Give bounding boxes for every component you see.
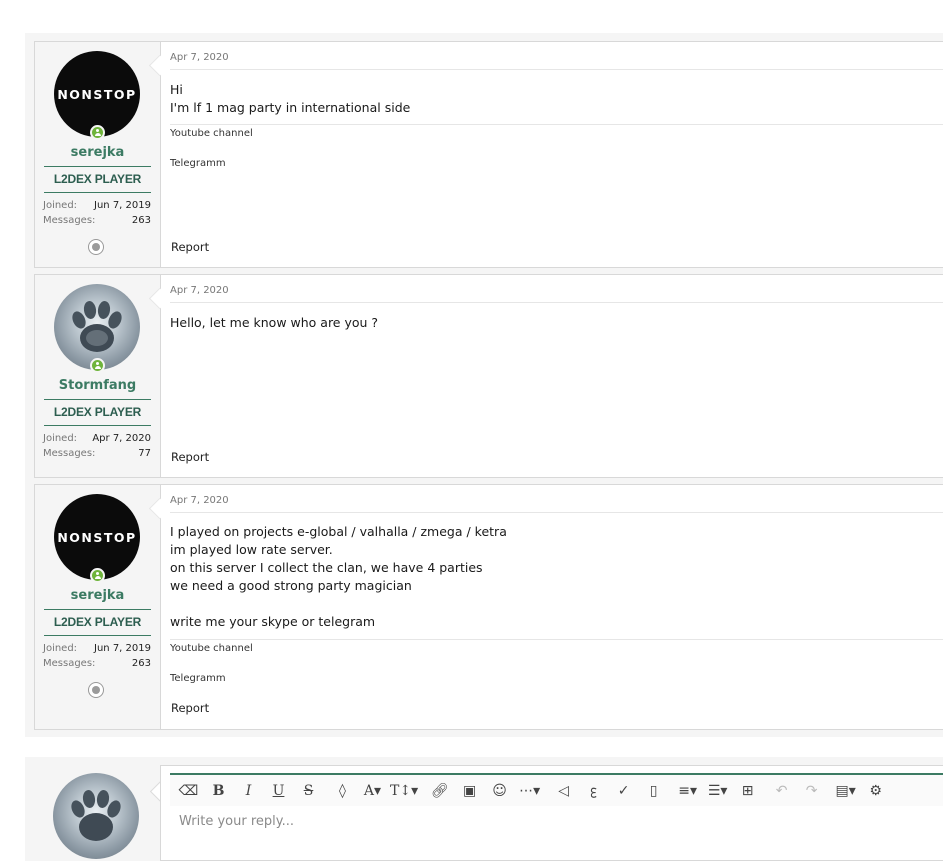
code-icon[interactable]: ᢄ	[581, 780, 606, 802]
post: Stormfang L2DEX PLAYER Joined: Apr 7, 202…	[34, 274, 943, 478]
avatar[interactable]	[53, 773, 139, 859]
redo-icon[interactable]: ↷	[799, 780, 824, 802]
joined-date: Jun 7, 2019	[94, 200, 151, 211]
online-status-icon	[90, 358, 105, 373]
image-icon[interactable]: ▣	[457, 780, 482, 802]
messages-count: 77	[138, 448, 151, 459]
eraser-icon[interactable]: ⌫	[176, 780, 201, 802]
bold-icon[interactable]: B	[206, 780, 231, 802]
joined-label: Joined:	[43, 200, 78, 211]
message-content: Apr 7, 2020 Hi I'm lf 1 mag party in int…	[148, 42, 943, 267]
joined-label: Joined:	[43, 433, 78, 444]
report-link[interactable]: Report	[171, 450, 209, 464]
online-status-icon	[90, 125, 105, 140]
username[interactable]: serejka	[35, 588, 160, 603]
message-content: Apr 7, 2020 I played on projects e-globa…	[148, 485, 943, 729]
user-title: L2DEX PLAYER	[44, 609, 151, 636]
messages-label: Messages:	[43, 215, 96, 226]
more-icon[interactable]: ⋯▾	[517, 780, 542, 802]
user-title: L2DEX PLAYER	[44, 399, 151, 426]
signature-youtube-link[interactable]: Youtube channel	[170, 643, 253, 654]
signature-telegram-link[interactable]: Telegramm	[170, 673, 226, 684]
user-stats: Joined: Apr 7, 2020 Messages: 77	[43, 431, 151, 461]
text-color-icon[interactable]: ◊	[330, 780, 355, 802]
website-icon[interactable]	[88, 682, 104, 698]
text-style-icon[interactable]: T↕▾	[390, 780, 418, 802]
message-body: Hello, let me know who are you ?	[170, 315, 379, 330]
username[interactable]: Stormfang	[35, 378, 160, 393]
list-icon[interactable]: ☰▾	[705, 780, 730, 802]
smilie-icon[interactable]: ☺	[487, 780, 512, 802]
settings-icon[interactable]: ⚙	[863, 780, 888, 802]
messages-label: Messages:	[43, 658, 96, 669]
joined-date: Jun 7, 2019	[94, 643, 151, 654]
font-size-icon[interactable]: A▾	[360, 780, 385, 802]
username[interactable]: serejka	[35, 145, 160, 160]
messages-label: Messages:	[43, 448, 96, 459]
report-link[interactable]: Report	[171, 701, 209, 715]
post: NONSTOP serejka L2DEX PLAYER Joined: Jun …	[34, 41, 943, 268]
wolf-paw-icon	[71, 790, 121, 841]
post: NONSTOP serejka L2DEX PLAYER Joined: Jun …	[34, 484, 943, 730]
joined-label: Joined:	[43, 643, 78, 654]
strikethrough-icon[interactable]: S	[296, 780, 321, 802]
post-date[interactable]: Apr 7, 2020	[170, 495, 229, 506]
message-content: Apr 7, 2020 Hello, let me know who are y…	[148, 275, 943, 477]
link-icon[interactable]: 🔗︎	[427, 780, 452, 802]
message-body: I played on projects e-global / valhalla…	[170, 524, 507, 629]
online-status-icon	[90, 568, 105, 583]
reply-user	[34, 757, 160, 861]
align-icon[interactable]: ≡▾	[675, 780, 700, 802]
inline-code-icon[interactable]: ▯	[641, 780, 666, 802]
table-icon[interactable]: ⊞	[735, 780, 760, 802]
messages-count: 263	[131, 215, 151, 226]
user-info: NONSTOP serejka L2DEX PLAYER Joined: Jun …	[35, 42, 161, 267]
messages-count: 263	[131, 658, 151, 669]
user-title: L2DEX PLAYER	[44, 166, 151, 193]
reply-input[interactable]: Write your reply...	[179, 814, 294, 829]
signature-youtube-link[interactable]: Youtube channel	[170, 128, 253, 139]
message-body: Hi I'm lf 1 mag party in international s…	[170, 82, 411, 115]
reply-editor: ⌫ B I U S ◊ A▾ T↕▾ 🔗︎ ▣ ☺ ⋯▾ ◁ ᢄ ✓ ▯ ≡▾ …	[160, 765, 943, 861]
user-info: NONSTOP serejka L2DEX PLAYER Joined: Jun …	[35, 485, 161, 729]
user-info: Stormfang L2DEX PLAYER Joined: Apr 7, 202…	[35, 275, 161, 477]
check-icon[interactable]: ✓	[611, 780, 636, 802]
user-stats: Joined: Jun 7, 2019 Messages: 263	[43, 198, 151, 228]
drafts-icon[interactable]: ▤▾	[833, 780, 858, 802]
editor-toolbar: ⌫ B I U S ◊ A▾ T↕▾ 🔗︎ ▣ ☺ ⋯▾ ◁ ᢄ ✓ ▯ ≡▾ …	[170, 773, 943, 806]
underline-icon[interactable]: U	[266, 780, 291, 802]
undo-icon[interactable]: ↶	[769, 780, 794, 802]
italic-icon[interactable]: I	[236, 780, 261, 802]
post-date[interactable]: Apr 7, 2020	[170, 52, 229, 63]
user-stats: Joined: Jun 7, 2019 Messages: 263	[43, 641, 151, 671]
post-date[interactable]: Apr 7, 2020	[170, 285, 229, 296]
report-link[interactable]: Report	[171, 240, 209, 254]
joined-date: Apr 7, 2020	[92, 433, 151, 444]
signature-telegram-link[interactable]: Telegramm	[170, 158, 226, 169]
spoiler-icon[interactable]: ◁	[551, 780, 576, 802]
website-icon[interactable]	[88, 239, 104, 255]
